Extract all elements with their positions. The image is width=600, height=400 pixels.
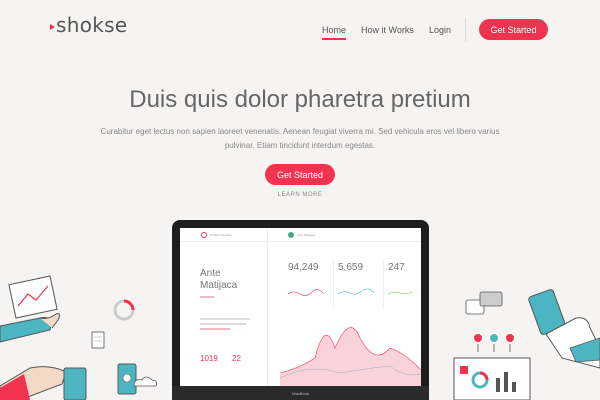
screen-text-line bbox=[200, 323, 246, 325]
phone-icon bbox=[117, 363, 137, 395]
document-icon bbox=[91, 331, 105, 349]
dashboard-screenshot: Profile Overview Ante Matijaca Ante Mati… bbox=[180, 228, 421, 388]
hero-title: Duis quis dolor pharetra pretium bbox=[129, 86, 471, 113]
screen-app-label: Profile Overview bbox=[210, 233, 232, 237]
screen-stat: 247 bbox=[388, 262, 405, 273]
right-illustration bbox=[453, 289, 600, 400]
nav-link-login[interactable]: Login bbox=[429, 25, 451, 35]
nav-link-home[interactable]: Home bbox=[322, 25, 347, 40]
dashboard-board-icon bbox=[453, 357, 531, 400]
laptop-brand: MacBook bbox=[292, 391, 309, 396]
screen-logo-icon bbox=[201, 232, 207, 238]
screen-tag-bar bbox=[200, 296, 214, 298]
hand-icon bbox=[0, 313, 61, 343]
learn-more-link[interactable]: LEARN MORE bbox=[0, 192, 600, 198]
screen-stat: 94,249 bbox=[288, 262, 319, 273]
org-chart-icon bbox=[474, 334, 514, 352]
get-started-button-header[interactable]: Get Started bbox=[479, 19, 548, 40]
get-started-button-hero[interactable]: Get Started bbox=[265, 164, 335, 185]
hero-subtitle: Curabitur eget lectus non sapien laoreet… bbox=[100, 127, 500, 150]
screen-bottom-stat: 1019 bbox=[200, 354, 218, 363]
nav-link-how-it-works[interactable]: How it Works bbox=[361, 25, 414, 35]
chat-bubbles-icon bbox=[465, 291, 503, 315]
screen-profile-name: Ante Matijaca bbox=[200, 268, 238, 291]
screen-text-line bbox=[200, 328, 230, 330]
left-illustration bbox=[0, 275, 157, 400]
screen-text-line bbox=[200, 318, 250, 320]
nav-divider bbox=[465, 18, 466, 42]
tablet-hand-icon bbox=[528, 289, 600, 369]
logo-text: shokse bbox=[56, 13, 128, 37]
screen-bottom-stat: 22 bbox=[232, 354, 241, 363]
screen-avatar bbox=[288, 232, 294, 238]
screen-user-label: Ante Matijaca bbox=[297, 233, 316, 237]
laptop-mockup: Profile Overview Ante Matijaca Ante Mati… bbox=[172, 220, 429, 400]
pie-chart-icon bbox=[113, 299, 135, 321]
arm-icon bbox=[0, 366, 87, 400]
cloud-icon bbox=[133, 376, 157, 387]
logo[interactable]: shokse bbox=[50, 13, 127, 37]
screen-stat: 5,659 bbox=[338, 262, 364, 273]
screen-charts bbox=[280, 288, 421, 388]
logo-mark-icon bbox=[50, 24, 55, 30]
screen-sidebar bbox=[180, 228, 268, 388]
paper-chart-icon bbox=[8, 275, 58, 319]
laptop-base: MacBook bbox=[172, 386, 429, 400]
